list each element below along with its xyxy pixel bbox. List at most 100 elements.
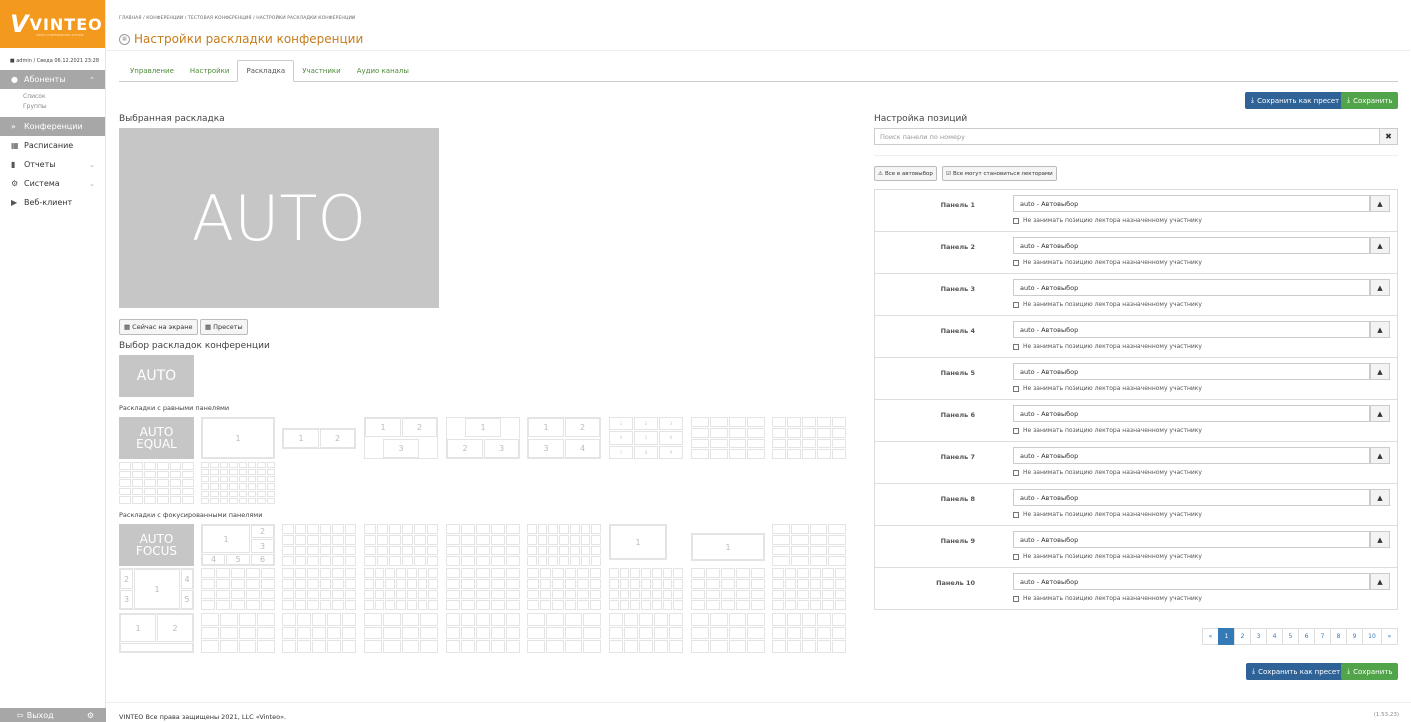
on-screen-button[interactable]: ▦ Сейчас на экране [119,319,198,335]
gear-icon[interactable]: ⚙ [87,711,94,720]
pager-page[interactable]: 1 [1218,628,1235,645]
layout-auto-equal[interactable]: AUTO EQUAL [119,417,194,459]
layout-thumbnail[interactable] [282,613,356,653]
layout-thumbnail[interactable]: 123 45 [119,568,194,610]
panel-select[interactable]: auto - Автовыбор [1013,573,1370,590]
lecturer-checkbox[interactable]: Не занимать позицию лектора назначенному… [1013,427,1202,434]
panel-select[interactable]: auto - Автовыбор [1013,279,1370,296]
panel-search-input[interactable]: Поиск панели по номеру ✖ [874,128,1398,145]
layout-thumbnail[interactable] [364,613,438,653]
user-icon[interactable]: ▲ [1370,405,1390,422]
lecturer-checkbox[interactable]: Не занимать позицию лектора назначенному… [1013,385,1202,392]
tab-layout[interactable]: Раскладка [237,60,295,82]
save-button-bottom[interactable]: ⤓ Сохранить [1341,663,1399,680]
layout-thumbnail[interactable] [772,613,846,653]
all-auto-button[interactable]: ⚠ Все в автовыбор [874,166,937,181]
sidebar-item-reports[interactable]: ▮ Отчеты ⌄ [0,155,105,174]
panel-select[interactable]: auto - Автовыбор [1013,447,1370,464]
layout-auto-focus[interactable]: AUTO FOCUS [119,524,194,566]
layout-thumbnail[interactable] [772,568,846,610]
all-lecturers-button[interactable]: ☑ Все могут становиться лекторами [942,166,1057,181]
lecturer-checkbox[interactable]: Не занимать позицию лектора назначенному… [1013,301,1202,308]
layout-thumbnail[interactable]: 12 [119,613,194,653]
panel-select[interactable]: auto - Автовыбор [1013,195,1370,212]
layout-thumbnail[interactable] [691,613,765,653]
panel-select[interactable]: auto - Автовыбор [1013,531,1370,548]
pager-page[interactable]: 2 [1234,628,1251,645]
layout-thumbnail[interactable] [446,568,520,610]
layout-thumbnail[interactable] [282,524,356,566]
checkbox-box[interactable] [1013,427,1019,434]
panel-select[interactable]: auto - Автовыбор [1013,489,1370,506]
layout-thumbnail[interactable] [527,524,601,566]
layout-thumbnail[interactable] [201,613,275,653]
user-icon[interactable]: ▲ [1370,195,1390,212]
layout-thumbnail[interactable] [609,613,683,653]
sidebar-subitem-groups[interactable]: Группы [0,102,105,112]
panel-select[interactable]: auto - Автовыбор [1013,237,1370,254]
pager-page[interactable]: 7 [1314,628,1331,645]
layout-thumbnail[interactable] [772,524,846,566]
lecturer-checkbox[interactable]: Не занимать позицию лектора назначенному… [1013,511,1202,518]
pager-prev[interactable]: « [1202,628,1219,645]
user-icon[interactable]: ▲ [1370,279,1390,296]
pager-next[interactable]: » [1381,628,1398,645]
user-icon[interactable]: ▲ [1370,363,1390,380]
checkbox-box[interactable] [1013,301,1019,308]
panel-select[interactable]: auto - Автовыбор [1013,405,1370,422]
layout-thumbnail[interactable] [527,613,601,653]
layout-thumbnail[interactable] [282,568,356,610]
layout-thumbnail[interactable]: 123 [446,417,520,459]
panel-select[interactable]: auto - Автовыбор [1013,363,1370,380]
panel-select[interactable]: auto - Автовыбор [1013,321,1370,338]
layout-thumbnail[interactable] [364,568,438,610]
lecturer-checkbox[interactable]: Не занимать позицию лектора назначенному… [1013,553,1202,560]
tab-settings[interactable]: Настройки [182,60,238,81]
user-icon[interactable]: ▲ [1370,489,1390,506]
presets-button[interactable]: ▦ Пресеты [200,319,248,335]
logo[interactable]: V VINTEO VIDEO CONFERENCING SYSTEM [0,0,105,48]
pager-page[interactable]: 3 [1250,628,1267,645]
save-button[interactable]: ⤓ Сохранить [1341,92,1399,109]
sidebar-item-system[interactable]: ⚙ Система ⌄ [0,174,105,193]
tab-management[interactable]: Управление [122,60,182,81]
pager-page[interactable]: 4 [1266,628,1283,645]
lecturer-checkbox[interactable]: Не занимать позицию лектора назначенному… [1013,595,1202,602]
user-icon[interactable]: ▲ [1370,321,1390,338]
sidebar-item-subscribers[interactable]: ● Абоненты ⌃ [0,70,105,89]
checkbox-box[interactable] [1013,385,1019,392]
lecturer-checkbox[interactable]: Не занимать позицию лектора назначенному… [1013,259,1202,266]
lecturer-checkbox[interactable]: Не занимать позицию лектора назначенному… [1013,469,1202,476]
pager-page[interactable]: 5 [1282,628,1299,645]
layout-thumbnail[interactable] [527,568,601,610]
tab-audio-channels[interactable]: Аудио каналы [349,60,417,81]
pager-page[interactable]: 6 [1298,628,1315,645]
layout-auto[interactable]: AUTO [119,355,194,397]
user-icon[interactable]: ▲ [1370,531,1390,548]
clear-icon[interactable]: ✖ [1379,129,1397,144]
user-icon[interactable]: ▲ [1370,573,1390,590]
save-preset-button-bottom[interactable]: ⤓ Сохранить как пресет [1246,663,1347,680]
layout-thumbnail[interactable] [691,417,765,459]
checkbox-box[interactable] [1013,553,1019,560]
layout-thumbnail[interactable]: 123 456 789 [609,417,683,459]
user-icon[interactable]: ▲ [1370,447,1390,464]
layout-thumbnail[interactable] [201,568,275,610]
sidebar-item-schedule[interactable]: ▦ Расписание [0,136,105,155]
checkbox-box[interactable] [1013,595,1019,602]
layout-thumbnail[interactable]: 1 [201,417,275,459]
logout-button[interactable]: ⇰ Выход ⚙ [0,708,106,722]
layout-thumbnail[interactable] [364,524,438,566]
user-icon[interactable]: ▲ [1370,237,1390,254]
layout-thumbnail[interactable]: 123 [364,417,438,459]
sidebar-subitem-list[interactable]: Список [0,92,105,102]
layout-thumbnail[interactable] [772,417,846,459]
layout-thumbnail[interactable] [446,613,520,653]
lecturer-checkbox[interactable]: Не занимать позицию лектора назначенному… [1013,343,1202,350]
layout-thumbnail[interactable] [691,568,765,610]
layout-thumbnail[interactable] [119,462,194,504]
tab-participants[interactable]: Участники [294,60,349,81]
save-preset-button[interactable]: ⤓ Сохранить как пресет [1245,92,1346,109]
checkbox-box[interactable] [1013,511,1019,518]
lecturer-checkbox[interactable]: Не занимать позицию лектора назначенному… [1013,217,1202,224]
